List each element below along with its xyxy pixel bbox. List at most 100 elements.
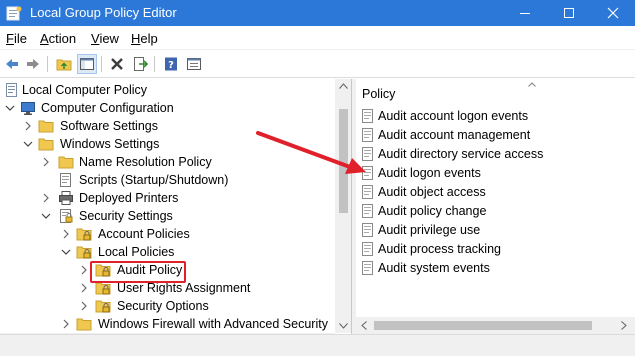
forward-button[interactable] — [23, 54, 43, 74]
tree-item-software-settings[interactable]: Software Settings — [0, 117, 335, 135]
chevron-right-icon[interactable] — [40, 156, 52, 168]
tree-item-security-settings[interactable]: Security Settings — [0, 207, 335, 225]
policy-document-icon — [6, 83, 17, 97]
close-button[interactable] — [591, 0, 635, 26]
policy-setting-icon — [362, 166, 373, 180]
tree-item-computer-configuration[interactable]: Computer Configuration — [0, 99, 335, 117]
annotation-highlight-box — [90, 261, 186, 283]
tree-item-label: Computer Configuration — [41, 101, 174, 115]
menu-file-mnemonic: F — [6, 31, 14, 46]
scroll-right-icon[interactable] — [621, 321, 627, 330]
scroll-left-icon[interactable] — [361, 321, 367, 330]
toolbar-separator — [154, 56, 155, 72]
list-item[interactable]: Audit policy change — [360, 202, 620, 220]
scrollbar-thumb[interactable] — [339, 109, 348, 213]
tree-vertical-scrollbar[interactable] — [335, 79, 351, 333]
up-one-level-button[interactable] — [54, 54, 74, 74]
maximize-icon — [564, 8, 574, 18]
menu-action[interactable]: Action — [40, 31, 76, 46]
close-icon — [607, 7, 619, 19]
tree-item-windows-settings[interactable]: Windows Settings — [0, 135, 335, 153]
chevron-right-icon[interactable] — [22, 120, 34, 132]
console-tree-pane[interactable]: Local Computer Policy Computer Configura… — [0, 79, 352, 356]
policy-setting-icon — [362, 109, 373, 123]
back-arrow-icon — [6, 59, 18, 69]
tree-item-local-policies[interactable]: Local Policies — [0, 243, 335, 261]
toolbar-separator — [47, 56, 48, 72]
menu-bar: File Action View Help — [0, 26, 635, 50]
chevron-right-icon[interactable] — [78, 282, 90, 294]
policy-setting-icon — [362, 261, 373, 275]
up-folder-icon — [56, 59, 72, 71]
tree-item-deployed-printers[interactable]: Deployed Printers — [0, 189, 335, 207]
menu-action-label: ction — [48, 31, 77, 46]
toolbar: ? — [0, 50, 635, 78]
tree-item-windows-firewall[interactable]: Windows Firewall with Advanced Security — [0, 315, 335, 333]
sort-up-icon — [528, 82, 536, 87]
tree-item-name-resolution-policy[interactable]: Name Resolution Policy — [0, 153, 335, 171]
menu-view-label: iew — [99, 31, 119, 46]
chevron-down-icon[interactable] — [40, 210, 52, 222]
menu-file[interactable]: File — [6, 31, 27, 46]
chevron-down-icon[interactable] — [22, 138, 34, 150]
list-item-label: Audit privilege use — [378, 223, 481, 237]
list-item[interactable]: Audit account logon events — [360, 107, 620, 125]
tree-item-label: User Rights Assignment — [117, 281, 251, 295]
menu-help-mnemonic: H — [131, 31, 141, 46]
list-item[interactable]: Audit logon events — [360, 164, 620, 182]
list-item[interactable]: Audit object access — [360, 183, 620, 201]
tree-item-label: Name Resolution Policy — [79, 155, 212, 169]
details-pane[interactable]: Policy Audit account logon events Audit … — [356, 79, 635, 356]
title-bar: Local Group Policy Editor — [0, 0, 635, 26]
list-item[interactable]: Audit directory service access — [360, 145, 620, 163]
gpedit-icon — [6, 6, 22, 21]
list-item-label: Audit account logon events — [378, 109, 529, 123]
minimize-button[interactable] — [503, 0, 547, 26]
chevron-down-icon[interactable] — [60, 246, 72, 258]
folder-icon — [58, 156, 74, 169]
tree-item-label: Security Options — [117, 299, 209, 313]
tree-item-label: Windows Settings — [60, 137, 160, 151]
scrollbar-thumb[interactable] — [374, 321, 592, 330]
chevron-right-icon[interactable] — [78, 264, 90, 276]
scroll-up-icon[interactable] — [339, 83, 348, 89]
tree-item-security-options[interactable]: Security Options — [0, 297, 335, 315]
back-button[interactable] — [2, 54, 22, 74]
status-bar — [0, 334, 635, 356]
export-list-button[interactable] — [130, 54, 150, 74]
details-horizontal-scrollbar[interactable] — [356, 317, 635, 334]
maximize-button[interactable] — [547, 0, 591, 26]
script-document-icon — [60, 173, 71, 187]
list-item[interactable]: Audit account management — [360, 126, 620, 144]
chevron-right-icon[interactable] — [60, 228, 72, 240]
tree-item-local-computer-policy[interactable]: Local Computer Policy — [0, 81, 335, 99]
export-list-icon — [134, 57, 148, 71]
column-header-policy[interactable]: Policy — [362, 87, 395, 101]
properties-button[interactable] — [184, 54, 204, 74]
menu-help-label: elp — [140, 31, 158, 46]
help-button[interactable]: ? — [161, 54, 181, 74]
list-item[interactable]: Audit privilege use — [360, 221, 620, 239]
menu-help[interactable]: Help — [131, 31, 158, 46]
computer-icon — [21, 102, 35, 115]
tree-item-label: Deployed Printers — [79, 191, 179, 205]
menu-view[interactable]: View — [91, 31, 119, 46]
tree-item-scripts[interactable]: Scripts (Startup/Shutdown) — [0, 171, 335, 189]
chevron-right-icon[interactable] — [60, 318, 72, 330]
pane-splitter[interactable] — [352, 79, 356, 356]
scroll-down-icon[interactable] — [339, 323, 348, 329]
chevron-right-icon[interactable] — [78, 300, 90, 312]
chevron-right-icon[interactable] — [40, 192, 52, 204]
properties-icon — [187, 58, 201, 70]
delete-button[interactable] — [107, 54, 127, 74]
chevron-down-icon[interactable] — [4, 102, 16, 114]
security-settings-icon — [60, 209, 73, 223]
tree-item-label: Scripts (Startup/Shutdown) — [79, 173, 229, 187]
list-item[interactable]: Audit process tracking — [360, 240, 620, 258]
folder-icon — [76, 318, 92, 331]
toolbar-separator — [101, 56, 102, 72]
tree-item-account-policies[interactable]: Account Policies — [0, 225, 335, 243]
list-item[interactable]: Audit system events — [360, 259, 620, 277]
show-hide-console-tree-button[interactable] — [77, 54, 97, 74]
tree-item-label: Account Policies — [98, 227, 190, 241]
